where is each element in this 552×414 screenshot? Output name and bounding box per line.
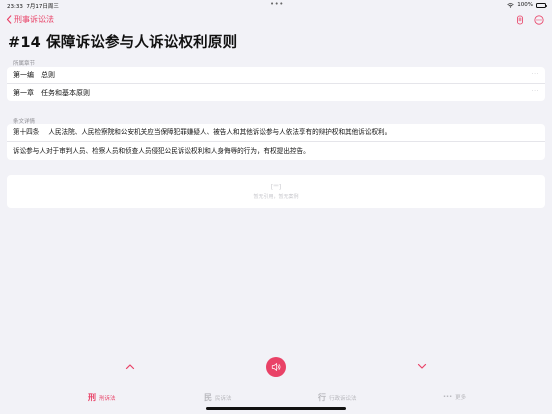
chapter-name: 任务和基本原则 — [41, 88, 90, 97]
battery-icon — [536, 2, 547, 8]
article-text: 人民法院、人民检察院和公安机关应当保障犯罪嫌疑人、被告人和其他诉讼参与人依法享有… — [48, 128, 392, 136]
chevron-down-icon[interactable] — [417, 363, 427, 370]
home-indicator[interactable] — [206, 407, 346, 410]
status-time: 23:33 7月17日周三 — [7, 4, 59, 10]
chapter-row-part[interactable]: 第一编 总则 ··· — [7, 67, 545, 84]
status-bar: 23:33 7月17日周三 ••• 100% — [0, 0, 552, 11]
article-number: 第十四条 — [13, 128, 40, 136]
navigation-bar: 刑事诉讼法 — [0, 12, 552, 28]
nav-actions — [515, 15, 544, 25]
tab-label: 民诉法 — [215, 395, 232, 402]
criminal-tab-icon: 刑 — [88, 393, 96, 402]
references-empty-card: [""] 暂无引用，暂无案例 — [7, 175, 545, 208]
quote-icon: [""] — [270, 183, 282, 191]
chapter-card: 第一编 总则 ··· 第一章 任务和基本原则 ··· — [7, 67, 545, 101]
empty-state-text: 暂无引用，暂无案例 — [253, 193, 299, 200]
administrative-tab-icon: 行 — [318, 393, 326, 402]
tab-administrative-procedure[interactable]: 行 行政诉讼法 — [318, 392, 357, 403]
speaker-icon — [271, 363, 281, 371]
back-label: 刑事诉讼法 — [14, 15, 54, 24]
more-dots-icon[interactable]: ··· — [532, 88, 539, 95]
status-right: 100% — [507, 2, 547, 8]
article-text: 诉讼参与人对于审判人员、检察人员和侦查人员侵犯公民诉讼权利和人身侮辱的行为，有权… — [13, 146, 310, 155]
more-tab-icon: ··· — [443, 392, 453, 401]
part-number: 第一编 — [13, 71, 34, 79]
chapter-row-chapter[interactable]: 第一章 任务和基本原则 ··· — [7, 84, 545, 101]
article-card: 第十四条 人民法院、人民检察院和公安机关应当保障犯罪嫌疑人、被告人和其他诉讼参与… — [7, 124, 545, 160]
more-dots-icon[interactable]: ··· — [532, 71, 539, 78]
chevron-left-icon — [6, 15, 12, 24]
page-title: #14 保障诉讼参与人诉讼权利原则 — [8, 35, 238, 51]
chapter-section-label: 所属章节 — [13, 61, 36, 67]
more-circle-icon[interactable] — [534, 15, 544, 25]
tab-label: 行政诉讼法 — [329, 395, 357, 402]
multitasking-dots[interactable]: ••• — [270, 0, 284, 8]
part-name: 总则 — [41, 71, 55, 79]
civil-tab-icon: 民 — [204, 393, 212, 402]
tab-bar: 刑 刑诉法 民 民诉法 行 行政诉讼法 ··· 更多 — [0, 385, 552, 407]
article-paragraph[interactable]: 第十四条 人民法院、人民检察院和公安机关应当保障犯罪嫌疑人、被告人和其他诉讼参与… — [7, 124, 545, 142]
battery-percent: 100% — [517, 2, 533, 8]
tab-more[interactable]: ··· 更多 — [443, 392, 466, 401]
chapter-number: 第一章 — [13, 88, 34, 97]
tab-criminal-procedure[interactable]: 刑 刑诉法 — [88, 392, 116, 403]
chevron-up-icon[interactable] — [125, 363, 135, 370]
tab-label: 刑诉法 — [99, 395, 116, 402]
article-paragraph[interactable]: 诉讼参与人对于审判人员、检察人员和侦查人员侵犯公民诉讼权利和人身侮辱的行为，有权… — [7, 142, 545, 160]
back-button[interactable]: 刑事诉讼法 — [6, 14, 54, 25]
hand-icon[interactable] — [515, 15, 525, 25]
speak-button[interactable] — [266, 357, 286, 377]
tab-label: 更多 — [455, 394, 467, 401]
wifi-icon — [507, 2, 514, 8]
tab-civil-procedure[interactable]: 民 民诉法 — [204, 392, 232, 403]
